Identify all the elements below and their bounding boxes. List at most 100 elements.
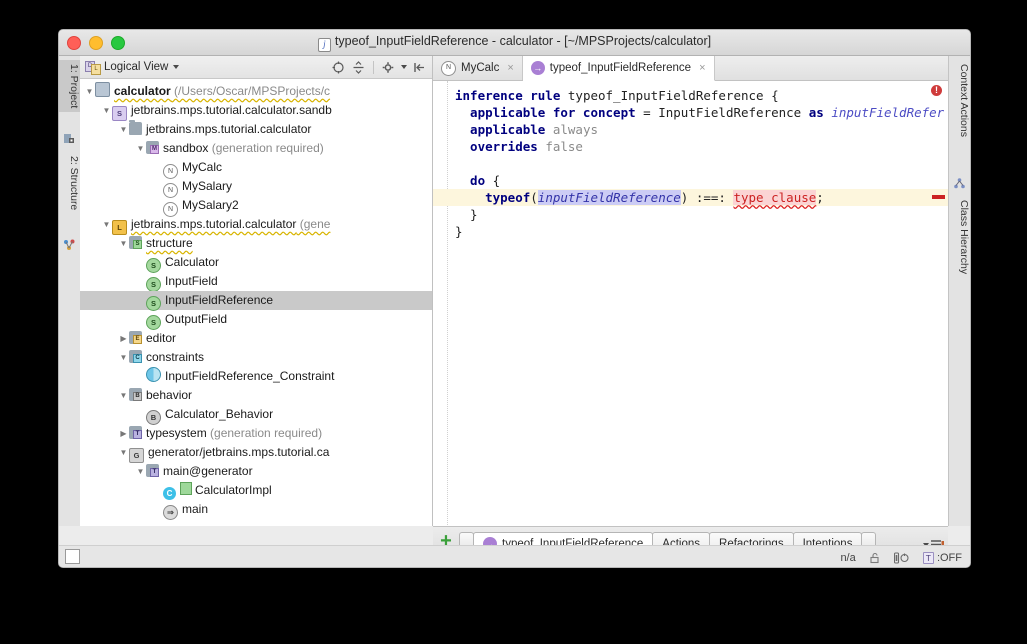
tree-row[interactable]: ▼behavior [80,386,432,405]
template-folder-icon [146,464,159,477]
tree-row[interactable]: ▼Sjetbrains.mps.tutorial.calculator.sand… [80,101,432,120]
close-icon[interactable]: × [507,62,513,74]
unlock-icon[interactable] [869,552,881,564]
expand-arrow-down-icon[interactable]: ▼ [101,215,112,234]
collapse-all-icon[interactable] [351,60,366,75]
code-line[interactable]: applicable for concept = InputFieldRefer… [433,104,948,121]
tree-row[interactable]: ▼jetbrains.mps.tutorial.calculator [80,120,432,139]
typing-indicator[interactable]: T :OFF [923,552,962,564]
tree-item-suffix: (generation required) [208,141,323,155]
tree-indent-spacer: ▶ [135,291,146,310]
code-token: typeof [455,190,530,205]
tree-indent-spacer: ▶ [135,253,146,272]
status-row: n/a T :OFF [59,545,970,568]
sidebar-item-project[interactable]: 1: Project [59,60,80,112]
behavior-icon: B [146,410,161,425]
expand-arrow-right-icon[interactable]: ▶ [118,424,129,443]
expand-arrow-down-icon[interactable]: ▼ [118,443,129,462]
concept-icon: S [146,258,161,273]
tree-row[interactable]: ▶⇒main [80,500,432,519]
code-line[interactable]: typeof(inputFieldReference) :==: type cl… [433,189,948,206]
code-line[interactable]: overrides false [433,138,948,155]
expand-arrow-down-icon[interactable]: ▼ [118,348,129,367]
tree-row[interactable]: ▶SCalculator [80,253,432,272]
gear-chevron-icon[interactable] [401,65,407,69]
window-body: 1: Project 2: Structure Context Actions … [59,56,970,568]
tree-row[interactable]: ▶InputFieldReference_Constraint [80,367,432,386]
tree-item-label: Calculator_Behavior [165,407,273,421]
node-tab-icon: N [441,61,456,76]
expand-arrow-down-icon[interactable]: ▼ [135,462,146,481]
right-tool-strip: Context Actions Class Hierarchy [948,56,970,526]
tree-indent-spacer: ▶ [152,158,163,177]
code-token: InputFieldReference [658,105,809,120]
tree-row[interactable]: ▼calculator (/Users/Oscar/MPSProjects/c [80,82,432,101]
expand-arrow-down-icon[interactable]: ▼ [118,234,129,253]
generator-icon: G [129,448,144,463]
status-bar: n/a T :OFF [59,548,970,568]
tree-row[interactable]: ▼structure [80,234,432,253]
tree-item-label: MySalary [182,179,232,193]
tree-row[interactable]: ▼sandbox (generation required) [80,139,432,158]
editor-tab[interactable]: →typeof_InputFieldReference× [523,56,715,81]
tree-row[interactable]: ▶CCalculatorImpl [80,481,432,500]
expand-arrow-down-icon[interactable]: ▼ [135,139,146,158]
tree-row[interactable]: ▶typesystem (generation required) [80,424,432,443]
editor-tab-bar[interactable]: NMyCalc×→typeof_InputFieldReference× [433,56,948,81]
expand-arrow-down-icon[interactable]: ▼ [118,386,129,405]
expand-arrow-right-icon[interactable]: ▶ [118,329,129,348]
hide-panel-icon[interactable] [412,60,427,75]
code-content[interactable]: inference rule typeof_InputFieldReferenc… [433,81,948,240]
tree-row[interactable]: ▶SOutputField [80,310,432,329]
code-line[interactable]: } [433,223,948,240]
project-icon [64,131,75,142]
code-line[interactable]: applicable always [433,121,948,138]
tree-item-label: main [182,502,208,516]
code-token: { [493,173,501,188]
settings-gear-icon[interactable] [381,60,396,75]
expand-arrow-down-icon[interactable]: ▼ [101,101,112,120]
editor-tab-label: MyCalc [461,62,499,74]
code-line[interactable] [433,155,948,172]
code-token: ; [816,190,824,205]
tree-row[interactable]: ▼main@generator [80,462,432,481]
expand-arrow-down-icon[interactable]: ▼ [84,82,95,101]
code-editor[interactable]: ! inference rule typeof_InputFieldRefere… [433,81,948,527]
sidebar-item-structure[interactable]: 2: Structure [59,152,80,214]
code-token: inputFieldReference [538,190,681,205]
tree-row[interactable]: ▼constraints [80,348,432,367]
code-token: inputFieldRefer [831,105,944,120]
code-line[interactable]: } [433,206,948,223]
sidebar-item-class-hierarchy[interactable]: Class Hierarchy [949,196,970,278]
power-save-icon[interactable] [894,552,910,564]
tree-row[interactable]: ▶SInputField [80,272,432,291]
tree-row[interactable]: ▶ editor [80,329,432,348]
chevron-down-icon[interactable] [173,65,179,69]
tree-item-label: editor [146,331,176,345]
tree-indent-spacer: ▶ [135,272,146,291]
sidebar-item-context-actions[interactable]: Context Actions [949,60,970,141]
tree-item-label: CalculatorImpl [195,483,272,497]
editor-tab[interactable]: N MyCalc × [433,56,523,80]
memory-indicator[interactable]: n/a [840,552,855,564]
target-icon[interactable] [331,60,346,75]
tree-indent-spacer: ▶ [135,367,146,386]
class-hierarchy-icon [954,176,965,194]
code-token: = [643,105,658,120]
code-line[interactable]: do { [433,172,948,189]
language-icon: L [112,220,127,235]
tree-item-suffix: (/Users/Oscar/MPSProjects/c [171,84,330,98]
code-line[interactable]: inference rule typeof_InputFieldReferenc… [433,87,948,104]
expand-arrow-down-icon[interactable]: ▼ [118,120,129,139]
window-title: jtypeof_InputFieldReference - calculator… [59,34,970,52]
close-icon[interactable]: × [699,62,705,74]
tree-row[interactable]: ▶BCalculator_Behavior [80,405,432,424]
tree-row[interactable]: ▶SInputFieldReference [80,291,432,310]
tree-row[interactable]: ▼Ggenerator/jetbrains.mps.tutorial.ca [80,443,432,462]
project-tree[interactable]: ▼calculator (/Users/Oscar/MPSProjects/c▼… [80,79,432,526]
tree-row[interactable]: ▶NMyCalc [80,158,432,177]
tree-row[interactable]: ▶NMySalary2 [80,196,432,215]
tree-row[interactable]: ▶NMySalary [80,177,432,196]
tree-item-label: OutputField [165,312,227,326]
tree-row[interactable]: ▼Ljetbrains.mps.tutorial.calculator (gen… [80,215,432,234]
